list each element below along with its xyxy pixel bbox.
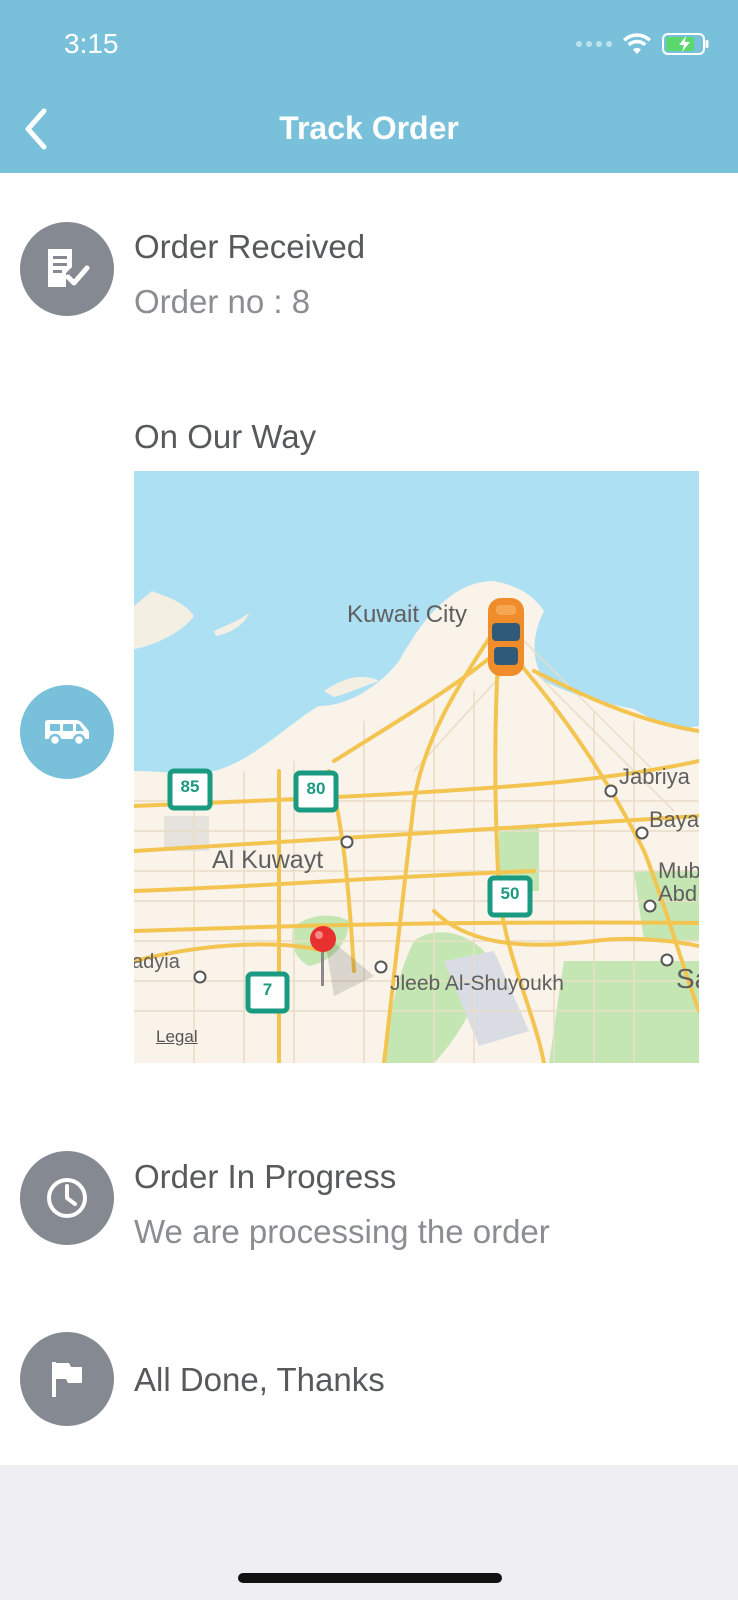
step-icon-circle [20,222,114,316]
map-label-hadyia: adyia [134,951,180,973]
step-subtitle: We are processing the order [134,1213,550,1250]
wifi-icon [623,33,651,54]
delivery-van-icon [45,720,89,747]
map-label-abd: Abd [658,881,698,906]
route-shield-7-label: 7 [262,980,273,999]
map-label-kuwait-city: Kuwait City [347,601,468,628]
route-shield-50-label: 50 [500,884,520,903]
step-icon-circle [20,1332,114,1426]
order-list-check-icon [48,249,90,287]
battery-icon [662,33,709,55]
step-title: Order Received [134,228,366,265]
route-shield-80-label: 80 [306,779,326,798]
signal-icon [576,41,612,47]
step-title: Order In Progress [134,1158,397,1195]
map-label-bayan: Bayan [649,807,699,832]
order-number: Order no : 8 [134,283,311,320]
home-indicator[interactable] [238,1573,502,1583]
delivery-car-icon [488,598,524,676]
status-icons [576,32,710,56]
step-title: On Our Way [134,418,317,455]
step-icon-circle [20,1151,114,1245]
map-label-al-kuwayt: Al Kuwayt [212,846,324,874]
map-legal-link[interactable]: Legal [156,1027,198,1047]
header: 3:15 Track Order [0,0,738,173]
tracking-map[interactable]: Kuwait City Al Kuwayt Jabriya Bayan Mub … [134,471,699,1063]
map-label-jleeb: Jleeb Al-Shuyoukh [390,972,564,995]
map-label-jabriya: Jabriya [619,764,690,789]
step-title: All Done, Thanks [134,1361,385,1398]
clock-icon [47,1178,87,1218]
flag-icon [52,1362,82,1397]
route-shield-85-label: 85 [180,777,200,796]
map-label-sa: Sa [676,963,699,994]
step-icon-circle [20,685,114,779]
page-title: Track Order [279,110,459,146]
status-time: 3:15 [64,28,119,59]
